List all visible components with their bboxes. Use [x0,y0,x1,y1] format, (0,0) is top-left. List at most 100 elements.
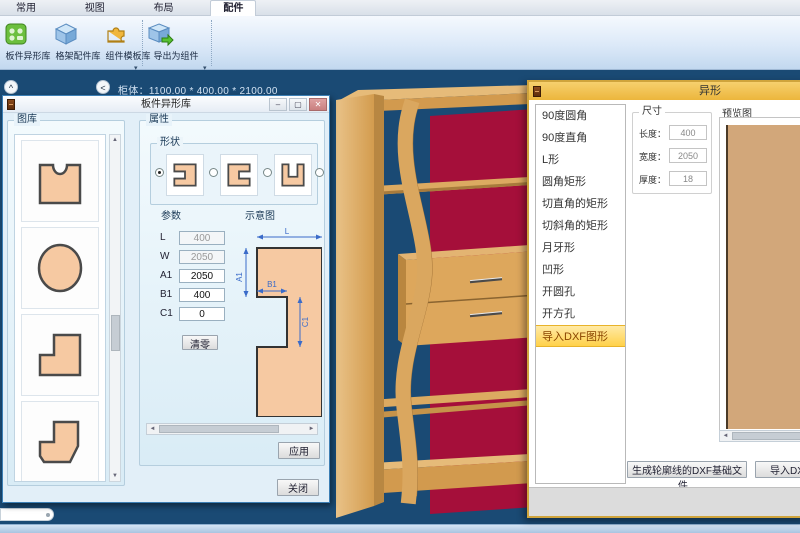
list-item[interactable]: 凹形 [536,259,625,281]
gallery-vertical-scrollbar[interactable]: ▲ ▼ [109,134,121,482]
component-template-library-button[interactable]: 组件模板库 [103,18,153,68]
dim-C1: C1 [301,316,310,327]
dim-L: L [285,227,290,236]
dialog-titlebar[interactable]: 板件异形库 – ▢ ✕ [3,96,329,113]
scroll-right-icon[interactable]: ► [306,424,317,434]
frame-accessory-library-icon [53,21,79,47]
width-input[interactable] [669,148,707,163]
scroll-left-icon[interactable]: ◄ [147,424,158,434]
shape-radio-2[interactable] [209,168,218,177]
shape-option-u[interactable] [274,154,312,196]
param-L-input[interactable] [179,231,225,245]
param-W-input[interactable] [179,250,225,264]
dim-A1: A1 [235,272,244,282]
apply-button[interactable]: 应用 [278,442,320,459]
tab-common[interactable]: 常用 [4,1,48,17]
shape-selector-groupbox: 形状 [150,143,318,205]
ribbon-tab-row: 常用 视图 布局 配件 [0,0,800,16]
export-as-component-button[interactable]: 导出为组件 [148,18,204,68]
size-label: 尺寸 [639,106,665,118]
dialog-icon [533,86,541,97]
shape-type-list: 90度圆角 90度直角 L形 圆角矩形 切直角的矩形 切斜角的矩形 月牙形 凹形… [535,104,626,484]
statusbar [0,524,800,533]
application-window: 常用 视图 布局 配件 板件异形库 格架配件库 [0,0,800,533]
scrollbar-thumb[interactable] [159,425,279,433]
scrollbar-grip-icon [46,513,50,517]
scroll-left-icon[interactable]: ◄ [720,431,731,441]
param-C1-input[interactable] [179,307,225,321]
params-label: 参数 [158,211,184,223]
close-dialog-button[interactable]: 关闭 [277,479,319,496]
gallery-label: 图库 [14,114,40,126]
properties-groupbox: 属性 形状 参数 L [139,120,325,466]
gallery-shape-step-chamfer[interactable] [21,401,99,482]
dialog-title: 异形 [699,82,721,100]
thickness-input[interactable] [669,171,707,186]
dialog-footer [529,487,800,518]
panel-shape-library-button[interactable]: 板件异形库 [3,18,53,68]
gallery-groupbox: 图库 ▲ ▼ [7,120,125,486]
shape-radio-4[interactable] [315,168,324,177]
shape-radio-3[interactable] [263,168,272,177]
frame-accessory-library-button[interactable]: 格架配件库 [53,18,103,68]
shape-label: 形状 [157,137,183,149]
gallery-shape-notched-square[interactable] [21,140,99,222]
list-item[interactable]: 切斜角的矩形 [536,215,625,237]
list-item[interactable]: 开圆孔 [536,281,625,303]
collapse-ribbon-button[interactable]: ^ [4,80,18,94]
group-dropdown-icon[interactable]: ▾ [203,64,207,72]
import-dxf-button[interactable]: 导入DXF文件 [755,461,800,478]
list-item[interactable]: 开方孔 [536,303,625,325]
viewport-scrollbar[interactable] [0,508,54,521]
length-input[interactable] [669,125,707,140]
shape-option-slot-left[interactable] [166,154,204,196]
shape-radio-1[interactable] [155,168,164,177]
list-item[interactable]: 切直角的矩形 [536,193,625,215]
special-shape-dialog: 异形 90度圆角 90度直角 L形 圆角矩形 切直角的矩形 切斜角的矩形 月牙形… [527,80,800,518]
left-side-panel [336,94,374,518]
gallery-shape-step[interactable] [21,314,99,396]
panel-shape-library-icon [3,21,29,47]
list-item[interactable]: 月牙形 [536,237,625,259]
tab-view[interactable]: 视图 [73,1,117,17]
shape-diagram: L A1 B1 C1 [234,225,322,417]
scrollbar-thumb[interactable] [111,315,120,351]
shape-gallery-list [14,134,106,482]
list-item[interactable]: L形 [536,149,625,171]
ribbon-separator [142,20,143,66]
puzzle-piece-icon [103,21,129,47]
properties-horizontal-scrollbar[interactable]: ◄ ► [146,423,318,435]
dim-B1: B1 [267,280,277,289]
dialog-titlebar[interactable]: 异形 [529,82,800,100]
scroll-down-icon[interactable]: ▼ [110,471,120,481]
preview-box [719,117,800,435]
shape-option-slot-right[interactable] [220,154,258,196]
tab-accessories[interactable]: 配件 [210,0,256,16]
close-button[interactable]: ✕ [309,98,327,111]
param-A1-input[interactable] [179,269,225,283]
export-cube-arrow-icon [148,21,174,47]
list-item[interactable]: 90度直角 [536,127,625,149]
gallery-shape-circle[interactable] [21,227,99,309]
size-groupbox: 尺寸 长度： 宽度： 厚度： [632,112,712,194]
ribbon-separator [211,20,212,66]
ribbon: 板件异形库 格架配件库 组件模板库 [0,16,800,70]
scrollbar-thumb[interactable] [732,432,800,440]
maximize-button[interactable]: ▢ [289,98,307,111]
tab-layout[interactable]: 布局 [142,1,186,17]
param-B1-input[interactable] [179,288,225,302]
minimize-button[interactable]: – [269,98,287,111]
list-item-selected[interactable]: 导入DXF图形 [536,325,625,347]
panel-shape-library-dialog: 板件异形库 – ▢ ✕ 图库 [2,95,330,503]
clear-button[interactable]: 清零 [182,335,218,350]
diagram-label: 示意图 [242,211,278,223]
preview-horizontal-scrollbar[interactable]: ◄ [719,430,800,442]
dialog-title: 板件异形库 [141,99,191,110]
scroll-up-icon[interactable]: ▲ [110,135,120,145]
list-item[interactable]: 圆角矩形 [536,171,625,193]
back-button[interactable]: < [96,80,110,94]
group-dropdown-icon[interactable]: ▾ [134,64,138,72]
preview-panel-shape [726,125,800,429]
generate-dxf-button[interactable]: 生成轮廓线的DXF基础文件... [627,461,747,478]
list-item[interactable]: 90度圆角 [536,105,625,127]
